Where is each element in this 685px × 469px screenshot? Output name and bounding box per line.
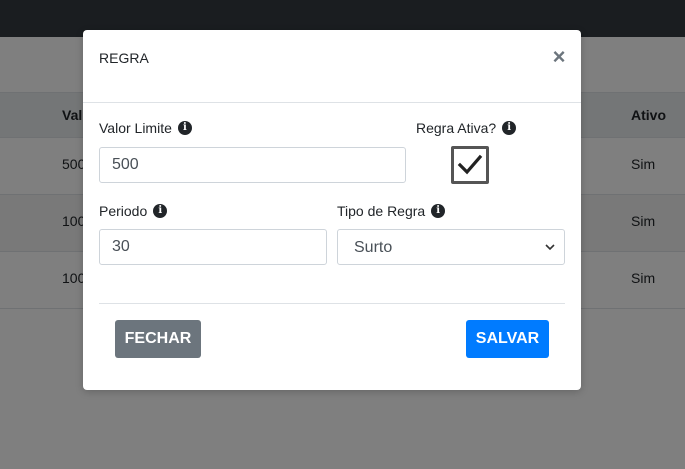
close-button[interactable]: FECHAR [115,320,201,358]
info-icon[interactable]: i [431,204,446,218]
regra-ativa-label: Regra Ativa? i [416,120,517,136]
checkmark-icon [457,154,483,175]
header-divider [83,102,581,103]
regra-ativa-label-text: Regra Ativa? [416,120,497,136]
periodo-label-text: Periodo [99,203,148,219]
regra-ativa-checkbox[interactable] [451,146,489,184]
rule-modal: REGRA × Valor Limite i Regra Ativa? i Pe… [83,30,581,390]
info-icon[interactable]: i [153,204,168,218]
tipo-regra-label-text: Tipo de Regra [337,203,426,219]
info-icon[interactable]: i [177,121,192,135]
info-icon[interactable]: i [502,121,517,135]
tipo-regra-label: Tipo de Regra i [337,203,446,219]
periodo-label: Periodo i [99,203,168,219]
valor-limite-label-text: Valor Limite [99,120,172,136]
tipo-regra-selected: Surto [354,239,393,256]
periodo-input[interactable] [99,229,327,265]
chevron-down-icon [545,244,555,251]
valor-limite-input[interactable] [99,147,406,183]
modal-title: REGRA [99,50,149,66]
close-icon[interactable]: × [549,46,569,68]
save-button[interactable]: SALVAR [466,320,549,358]
valor-limite-label: Valor Limite i [99,120,192,136]
tipo-regra-select[interactable]: Surto [337,229,565,265]
footer-divider [99,303,565,304]
